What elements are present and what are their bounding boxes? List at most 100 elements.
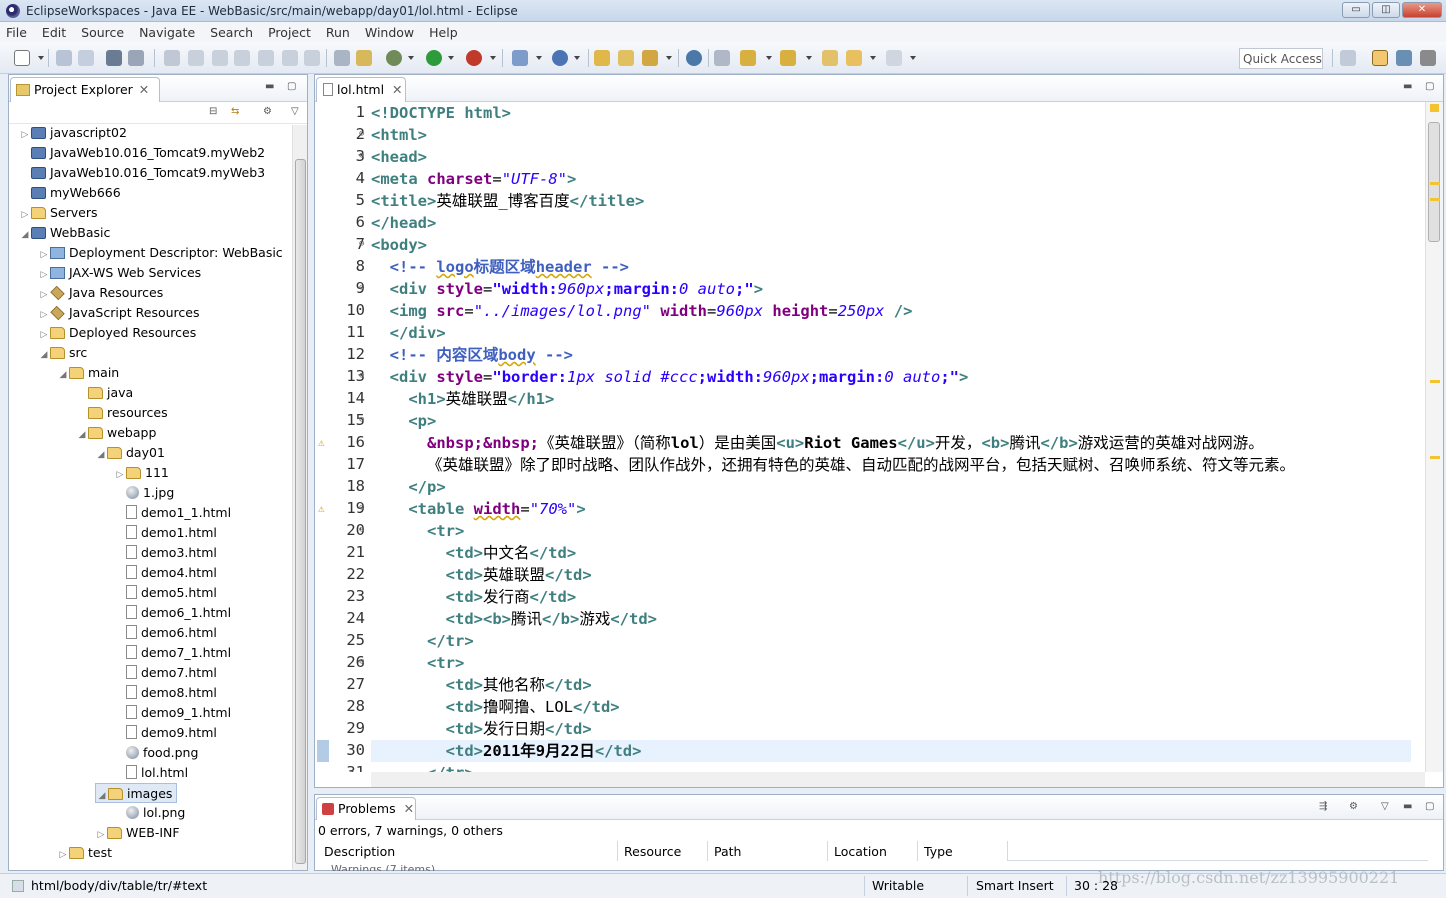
- explorer-scrollbar[interactable]: [292, 125, 307, 870]
- warning-marker[interactable]: [1430, 182, 1440, 185]
- expand-arrow-icon[interactable]: ▷: [114, 465, 126, 485]
- expand-arrow-icon[interactable]: ◢: [19, 225, 31, 245]
- configure-icon[interactable]: ⚙: [1349, 801, 1358, 812]
- overview-ruler[interactable]: [1425, 102, 1443, 772]
- external-tools-icon[interactable]: [466, 50, 482, 66]
- tree-item[interactable]: demo1_1.html: [114, 503, 231, 523]
- print-icon[interactable]: [106, 50, 122, 66]
- console-icon[interactable]: [128, 50, 144, 66]
- step-return-icon[interactable]: [304, 50, 320, 66]
- save-all-icon[interactable]: [78, 50, 94, 66]
- quick-access-input[interactable]: Quick Access: [1239, 48, 1323, 69]
- fold-toggle-icon[interactable]: ⊖: [359, 283, 364, 293]
- code-line[interactable]: <table width="70%">: [371, 498, 585, 520]
- column-header-description[interactable]: Description: [318, 841, 618, 861]
- save-icon[interactable]: [56, 50, 72, 66]
- forward-icon[interactable]: [886, 50, 902, 66]
- menu-edit[interactable]: Edit: [42, 25, 66, 40]
- code-line[interactable]: <!-- logo标题区域header -->: [371, 256, 629, 278]
- code-line[interactable]: <div style="border:1px solid #ccc;width:…: [371, 366, 969, 388]
- last-edit-icon[interactable]: [714, 50, 730, 66]
- tree-item[interactable]: JavaWeb10.016_Tomcat9.myWeb2: [19, 143, 265, 163]
- scroll-thumb[interactable]: [295, 159, 306, 864]
- code-line[interactable]: <h1>英雄联盟</h1>: [371, 388, 554, 410]
- warning-marker[interactable]: [1430, 380, 1440, 383]
- code-line[interactable]: <html>: [371, 124, 427, 146]
- code-line[interactable]: <!DOCTYPE html>: [371, 102, 511, 124]
- menu-window[interactable]: Window: [365, 25, 414, 40]
- tree-item[interactable]: demo7.html: [114, 663, 217, 683]
- fold-toggle-icon[interactable]: ⊖: [359, 503, 364, 513]
- code-line[interactable]: <body>: [371, 234, 427, 256]
- expand-arrow-icon[interactable]: ◢: [76, 425, 88, 445]
- code-line[interactable]: <tr>: [371, 520, 464, 542]
- tree-item[interactable]: demo9_1.html: [114, 703, 231, 723]
- fold-toggle-icon[interactable]: ⊖: [359, 129, 364, 139]
- tree-item[interactable]: JavaWeb10.016_Tomcat9.myWeb3: [19, 163, 265, 183]
- tab-lol-html[interactable]: lol.html ✕: [316, 77, 406, 102]
- new-class-dropdown-icon[interactable]: [574, 56, 580, 60]
- code-line[interactable]: <title>英雄联盟_博客百度</title>: [371, 190, 644, 212]
- tree-item[interactable]: food.png: [114, 743, 198, 763]
- code-editor[interactable]: 1 <!DOCTYPE html> 2 ⊖ <html> 3 ⊖ <head> 4 <meta c…: [315, 102, 1425, 772]
- code-line[interactable]: <td>发行日期</td>: [371, 718, 592, 740]
- code-line[interactable]: <p>: [371, 410, 436, 432]
- warning-marker[interactable]: [1430, 198, 1440, 201]
- last-edit-location-icon[interactable]: [822, 50, 838, 66]
- expand-arrow-icon[interactable]: ◢: [95, 445, 107, 465]
- menu-run[interactable]: Run: [326, 25, 350, 40]
- tree-item[interactable]: ▷ javascript02: [19, 125, 127, 143]
- code-line[interactable]: <!-- 内容区域body -->: [371, 344, 573, 366]
- tree-item[interactable]: ◢ main: [57, 363, 120, 385]
- java-perspective-icon[interactable]: [1420, 50, 1436, 66]
- run-dropdown-icon[interactable]: [448, 56, 454, 60]
- prev-annotation-icon[interactable]: [780, 50, 796, 66]
- search-dropdown-icon[interactable]: [666, 56, 672, 60]
- browser-icon[interactable]: [686, 50, 702, 66]
- tree-item[interactable]: ▷ test: [57, 843, 112, 863]
- code-line[interactable]: <td>其他名称</td>: [371, 674, 592, 696]
- minimize-view-icon[interactable]: ▬: [1403, 801, 1412, 812]
- code-line[interactable]: <tr>: [371, 652, 464, 674]
- terminate-icon[interactable]: [212, 50, 228, 66]
- column-header-path[interactable]: Path: [708, 841, 828, 861]
- expand-arrow-icon[interactable]: ◢: [57, 365, 69, 385]
- filter-icon[interactable]: ⇶: [1319, 801, 1327, 812]
- tree-item[interactable]: lol.png: [114, 803, 185, 823]
- code-line[interactable]: </tr>: [371, 762, 474, 772]
- back-dropdown-icon[interactable]: [870, 56, 876, 60]
- menu-navigate[interactable]: Navigate: [139, 25, 195, 40]
- external-tools-dropdown-icon[interactable]: [490, 56, 496, 60]
- minimize-editor-icon[interactable]: ▬: [1403, 81, 1412, 92]
- view-menu-icon[interactable]: ▽: [291, 106, 299, 117]
- expand-arrow-icon[interactable]: ▷: [19, 125, 31, 145]
- tree-item[interactable]: demo3.html: [114, 543, 217, 563]
- suspend-icon[interactable]: [188, 50, 204, 66]
- problems-first-row[interactable]: Warnings (7 items): [331, 863, 435, 871]
- code-line[interactable]: </div>: [371, 322, 446, 344]
- tab-problems[interactable]: Problems ✕: [316, 797, 416, 820]
- expand-arrow-icon[interactable]: ▷: [95, 825, 107, 845]
- debug-perspective-icon[interactable]: [1396, 50, 1412, 66]
- new-server-icon[interactable]: [512, 50, 528, 66]
- disconnect-icon[interactable]: [234, 50, 250, 66]
- tree-item[interactable]: ▷ Deployed Resources: [38, 323, 197, 343]
- open-perspective-icon[interactable]: [1340, 50, 1356, 66]
- tree-item[interactable]: ▷ Deployment Descriptor: WebBasic: [38, 243, 283, 263]
- tree-item[interactable]: ▷ Servers: [19, 203, 98, 223]
- resume-icon[interactable]: [164, 50, 180, 66]
- menu-project[interactable]: Project: [268, 25, 311, 40]
- close-button[interactable]: ✕: [1402, 2, 1442, 18]
- collapse-all-icon[interactable]: ⊟: [209, 106, 217, 117]
- close-icon[interactable]: ✕: [404, 801, 414, 816]
- menu-help[interactable]: Help: [429, 25, 458, 40]
- tree-item[interactable]: ▷ Java Resources: [38, 283, 163, 303]
- expand-arrow-icon[interactable]: ▷: [38, 305, 50, 325]
- tree-item[interactable]: demo5.html: [114, 583, 217, 603]
- fold-toggle-icon[interactable]: ⊖: [359, 415, 364, 425]
- run-icon[interactable]: [426, 50, 442, 66]
- fold-toggle-icon[interactable]: ⊖: [359, 151, 364, 161]
- column-header-location[interactable]: Location: [828, 841, 918, 861]
- tree-item[interactable]: demo6_1.html: [114, 603, 231, 623]
- tree-item[interactable]: ◢ WebBasic: [19, 223, 111, 245]
